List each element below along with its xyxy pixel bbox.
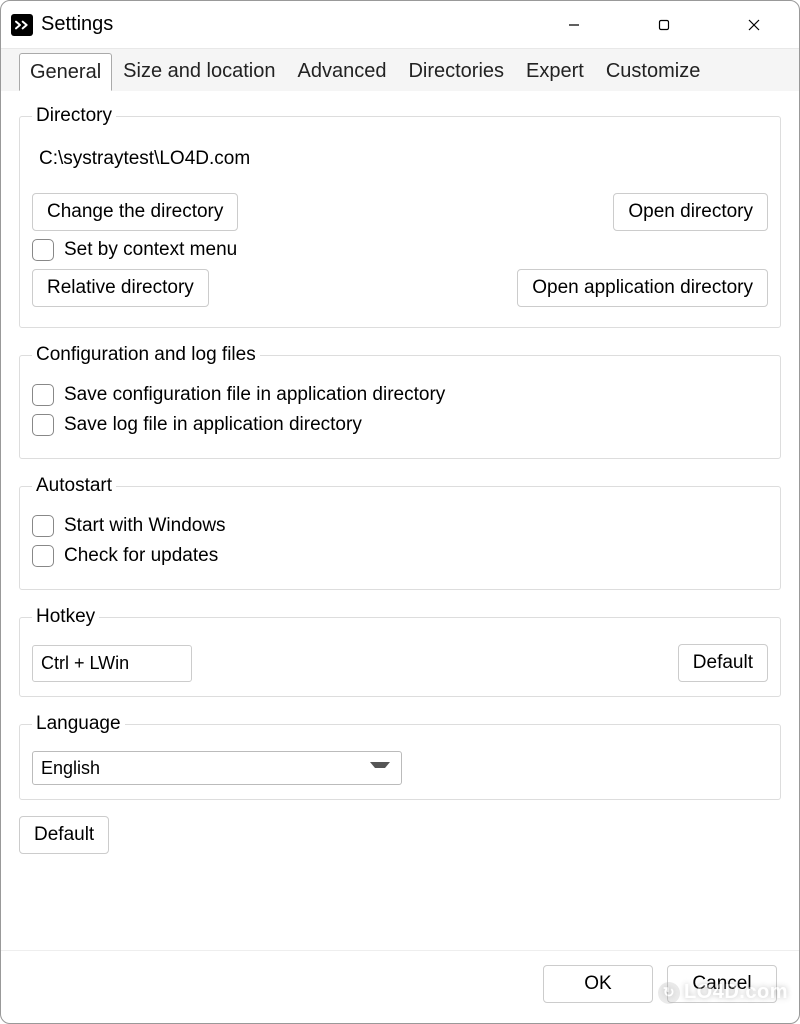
tab-customize[interactable]: Customize (595, 52, 711, 90)
minimize-button[interactable] (529, 1, 619, 48)
hotkey-default-button[interactable]: Default (678, 644, 768, 682)
group-autostart: Autostart Start with Windows Check for u… (19, 475, 781, 590)
tab-advanced[interactable]: Advanced (286, 52, 397, 90)
save-log-checkbox-input[interactable] (32, 414, 54, 436)
check-updates-checkbox[interactable]: Check for updates (32, 545, 768, 567)
group-language: Language English (19, 713, 781, 800)
start-windows-label: Start with Windows (64, 515, 226, 537)
open-directory-button[interactable]: Open directory (613, 193, 768, 231)
tab-size-location[interactable]: Size and location (112, 52, 286, 90)
hotkey-input[interactable] (32, 645, 192, 682)
save-config-checkbox-input[interactable] (32, 384, 54, 406)
tab-expert[interactable]: Expert (515, 52, 595, 90)
set-by-context-label: Set by context menu (64, 239, 237, 261)
group-directory-legend: Directory (32, 105, 116, 127)
tab-general[interactable]: General (19, 53, 112, 91)
check-updates-checkbox-input[interactable] (32, 545, 54, 567)
check-updates-label: Check for updates (64, 545, 218, 567)
group-directory: Directory Change the directory Open dire… (19, 105, 781, 328)
group-config: Configuration and log files Save configu… (19, 344, 781, 459)
settings-window: Settings General Size and location Advan… (0, 0, 800, 1024)
group-hotkey: Hotkey Default (19, 606, 781, 697)
ok-button[interactable]: OK (543, 965, 653, 1003)
cancel-button[interactable]: Cancel (667, 965, 777, 1003)
app-icon (11, 14, 33, 36)
window-controls (529, 1, 799, 48)
save-log-checkbox[interactable]: Save log file in application directory (32, 414, 768, 436)
default-button[interactable]: Default (19, 816, 109, 854)
set-by-context-checkbox[interactable]: Set by context menu (32, 239, 768, 261)
dialog-footer: OK Cancel (1, 950, 799, 1023)
save-log-label: Save log file in application directory (64, 414, 362, 436)
save-config-checkbox[interactable]: Save configuration file in application d… (32, 384, 768, 406)
set-by-context-checkbox-input[interactable] (32, 239, 54, 261)
group-language-legend: Language (32, 713, 125, 735)
relative-directory-button[interactable]: Relative directory (32, 269, 209, 307)
change-directory-button[interactable]: Change the directory (32, 193, 238, 231)
tab-directories[interactable]: Directories (397, 52, 515, 90)
start-windows-checkbox-input[interactable] (32, 515, 54, 537)
close-button[interactable] (709, 1, 799, 48)
group-hotkey-legend: Hotkey (32, 606, 99, 628)
tab-content-general: Directory Change the directory Open dire… (1, 91, 799, 950)
titlebar: Settings (1, 1, 799, 49)
start-windows-checkbox[interactable]: Start with Windows (32, 515, 768, 537)
open-app-directory-button[interactable]: Open application directory (517, 269, 768, 307)
language-select[interactable]: English (32, 751, 402, 785)
directory-path-input[interactable] (32, 141, 768, 177)
group-config-legend: Configuration and log files (32, 344, 260, 366)
tabstrip: General Size and location Advanced Direc… (1, 49, 799, 91)
group-autostart-legend: Autostart (32, 475, 116, 497)
window-title: Settings (41, 13, 113, 36)
maximize-button[interactable] (619, 1, 709, 48)
save-config-label: Save configuration file in application d… (64, 384, 445, 406)
